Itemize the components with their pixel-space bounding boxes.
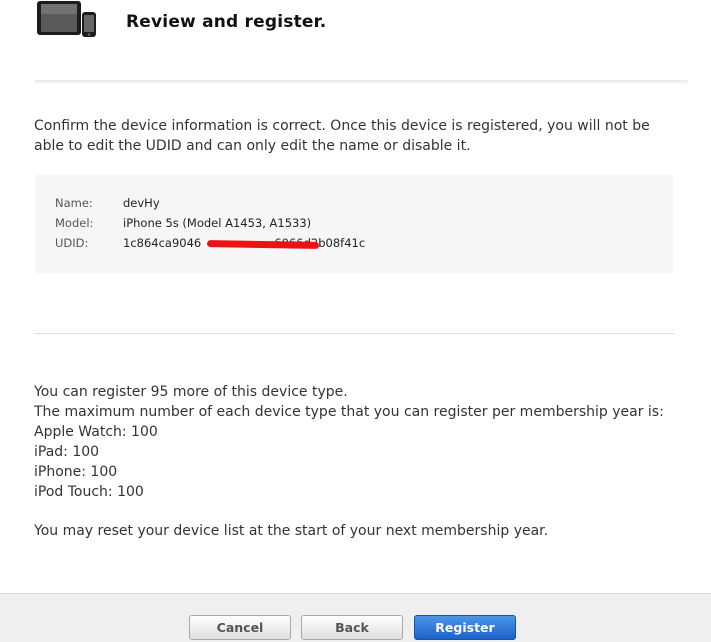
device-model-row: Model: iPhone 5s (Model A1453, A1533) (55, 215, 311, 231)
device-name-row: Name: devHy (55, 195, 160, 211)
name-value: devHy (123, 196, 160, 210)
back-button[interactable]: Back (301, 615, 403, 640)
model-label: Model: (55, 216, 94, 230)
name-label: Name: (55, 196, 93, 210)
limit-item: Apple Watch: 100 (34, 424, 158, 440)
udid-label: UDID: (55, 236, 89, 250)
max-intro-text: The maximum number of each device type t… (34, 404, 664, 420)
section-divider (34, 333, 674, 334)
intro-text: Confirm the device information is correc… (34, 118, 650, 154)
device-udid-row: UDID: 1c864ca9046 6066d2b08f41c (55, 235, 365, 251)
header-divider (34, 80, 688, 84)
cancel-button[interactable]: Cancel (189, 615, 291, 640)
reset-note: You may reset your device list at the st… (34, 523, 549, 539)
device-info-box: Name: devHy Model: iPhone 5s (Model A1453,… (35, 175, 673, 273)
remaining-count-text: You can register 95 more of this device … (34, 384, 348, 400)
device-icon (36, 0, 100, 38)
register-button[interactable]: Register (414, 615, 516, 640)
limit-item: iPhone: 100 (34, 464, 118, 480)
limit-item: iPod Touch: 100 (34, 484, 144, 500)
device-limits: You can register 95 more of this device … (34, 382, 694, 502)
page-title: Review and register. (126, 12, 327, 32)
button-bar: Cancel Back Register (0, 593, 711, 642)
limit-item: iPad: 100 (34, 444, 100, 460)
model-value: iPhone 5s (Model A1453, A1533) (123, 216, 312, 230)
